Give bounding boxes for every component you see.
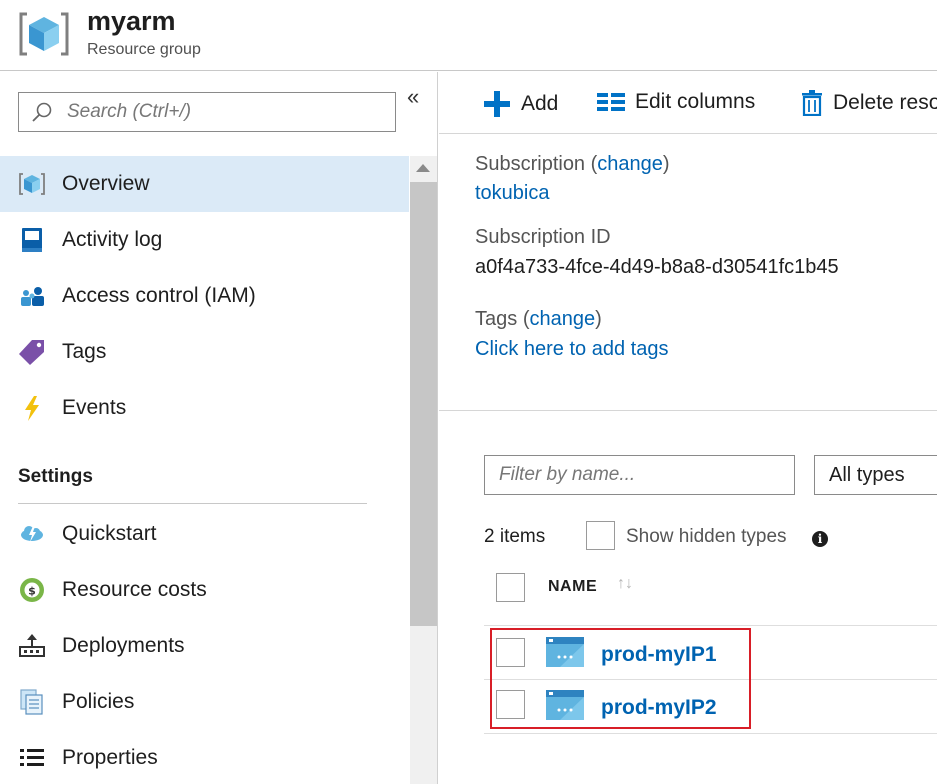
edit-columns-button[interactable]: Edit columns <box>597 90 755 114</box>
page-title: myarm <box>87 6 176 36</box>
row-divider <box>484 625 937 626</box>
show-hidden-types-label: Show hidden types <box>626 526 787 547</box>
sidebar-item-label: Properties <box>62 746 158 769</box>
columns-icon <box>597 93 625 111</box>
subscription-value-link[interactable]: tokubica <box>475 182 550 205</box>
plus-icon <box>484 91 510 117</box>
settings-divider <box>18 503 367 504</box>
subscription-label-row: Subscription (change) <box>475 153 670 175</box>
filter-by-name-input[interactable]: Filter by name... <box>484 455 795 495</box>
sort-icon[interactable]: ↑↓ <box>617 575 633 593</box>
type-filter-dropdown[interactable]: All types <box>814 455 937 495</box>
coin-icon: $ <box>18 576 46 604</box>
add-label: Add <box>521 92 559 115</box>
sidebar-item-properties[interactable]: Properties <box>0 730 409 784</box>
search-icon <box>32 102 52 122</box>
cloud-lightning-icon <box>18 520 46 548</box>
scroll-up-arrow-icon[interactable] <box>416 164 430 172</box>
trash-icon <box>802 90 822 116</box>
tags-label-row: Tags (change) <box>475 308 602 330</box>
show-hidden-types-checkbox[interactable] <box>586 521 615 550</box>
sidebar-item-label: Activity log <box>62 228 163 251</box>
svg-text:$: $ <box>28 585 36 598</box>
edit-columns-label: Edit columns <box>635 90 756 113</box>
resource-group-cube-icon <box>19 12 69 56</box>
add-tags-link[interactable]: Click here to add tags <box>475 338 668 361</box>
sidebar-search-input[interactable]: Search (Ctrl+/) <box>18 92 396 132</box>
sidebar-item-label: Deployments <box>62 634 185 657</box>
change-subscription-link[interactable]: change <box>597 153 663 175</box>
log-book-icon <box>18 226 46 254</box>
highlight-box <box>490 628 751 729</box>
users-icon <box>18 282 46 310</box>
search-placeholder: Search (Ctrl+/) <box>67 101 192 122</box>
page-subtitle: Resource group <box>87 41 201 58</box>
command-bar: Add Edit columns Delete reso <box>439 72 937 134</box>
lightning-icon <box>18 394 46 422</box>
delete-label: Delete reso <box>833 91 937 114</box>
sidebar-item-access-control[interactable]: Access control (IAM) <box>0 268 409 324</box>
policies-icon <box>18 688 46 716</box>
tags-label: Tags <box>475 308 518 330</box>
sidebar-item-resource-costs[interactable]: $ Resource costs <box>0 562 409 618</box>
items-count: 2 items <box>484 526 546 547</box>
sidebar-item-label: Overview <box>62 172 150 195</box>
change-tags-link[interactable]: change <box>529 308 595 330</box>
sidebar-item-label: Events <box>62 396 127 419</box>
section-divider <box>439 410 937 411</box>
sidebar-item-label: Tags <box>62 340 107 363</box>
select-all-checkbox[interactable] <box>496 573 525 602</box>
sidebar: « Search (Ctrl+/) Overview Activity log … <box>0 72 438 784</box>
tag-icon <box>18 338 46 366</box>
resource-header: myarm Resource group <box>0 0 937 71</box>
sidebar-item-label: Quickstart <box>62 522 157 545</box>
sidebar-item-label: Policies <box>62 690 135 713</box>
row-divider <box>484 733 937 734</box>
sidebar-item-label: Access control (IAM) <box>62 284 256 307</box>
sidebar-item-overview[interactable]: Overview <box>0 156 409 212</box>
subscription-label: Subscription <box>475 153 586 175</box>
list-icon <box>18 744 46 772</box>
settings-heading: Settings <box>18 466 93 487</box>
collapse-sidebar-button[interactable]: « <box>407 84 419 110</box>
sidebar-item-deployments[interactable]: Deployments <box>0 618 409 674</box>
delete-button[interactable]: Delete reso <box>801 90 937 116</box>
sidebar-item-quickstart[interactable]: Quickstart <box>0 506 409 562</box>
cube-icon <box>18 170 46 198</box>
sidebar-item-label: Resource costs <box>62 578 207 601</box>
column-header-name[interactable]: NAME <box>548 578 597 596</box>
info-icon[interactable]: i <box>812 531 828 547</box>
sidebar-item-events[interactable]: Events <box>0 380 409 436</box>
subscription-id-label: Subscription ID <box>475 226 611 248</box>
add-button[interactable]: Add <box>483 90 558 118</box>
sidebar-item-policies[interactable]: Policies <box>0 674 409 730</box>
deployments-icon <box>18 632 46 660</box>
sidebar-item-tags[interactable]: Tags <box>0 324 409 380</box>
sidebar-scrollbar-thumb[interactable] <box>410 182 437 626</box>
subscription-id-value: a0f4a733-4fce-4d49-b8a8-d30541fc1b45 <box>475 256 839 278</box>
sidebar-item-activity-log[interactable]: Activity log <box>0 212 409 268</box>
